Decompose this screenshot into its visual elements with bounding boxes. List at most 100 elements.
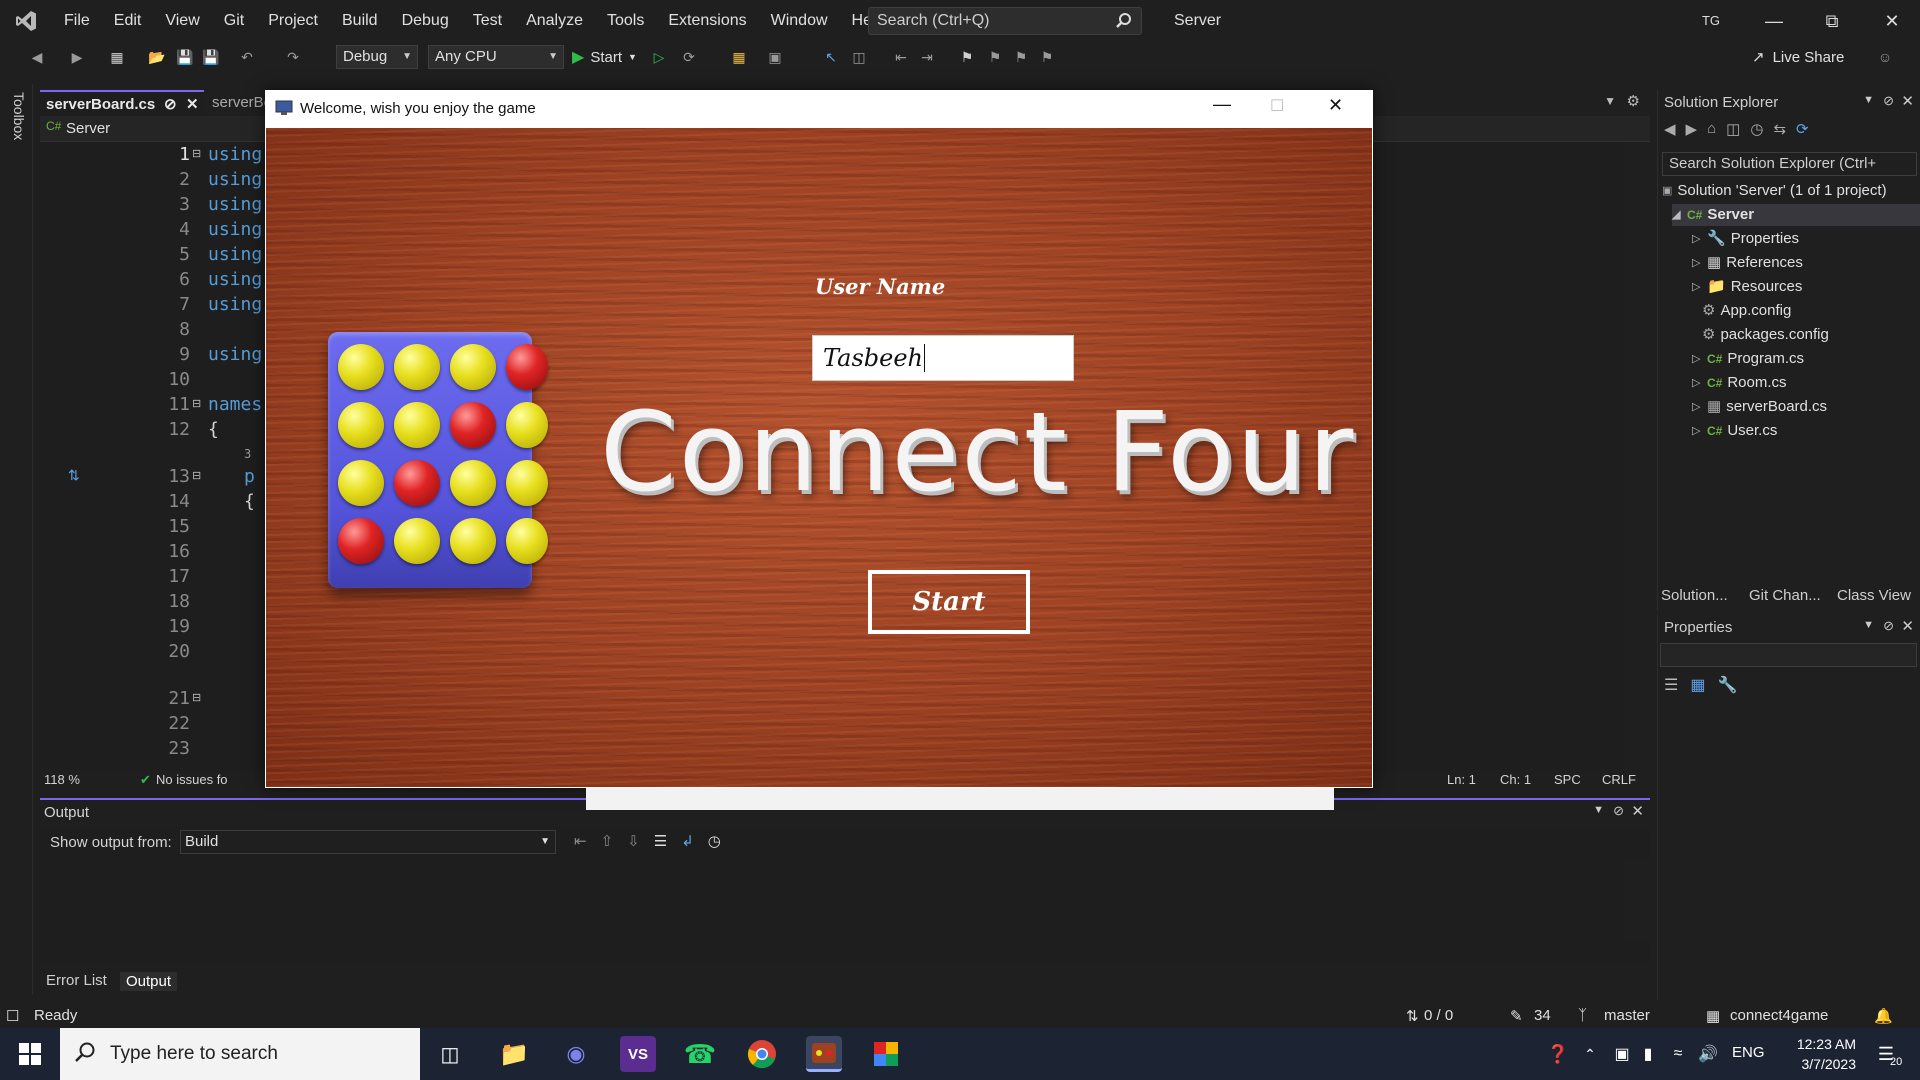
taskbar-search-input[interactable]: Type here to search xyxy=(60,1028,420,1080)
reference-count[interactable]: 3 xyxy=(244,447,251,461)
help-icon[interactable]: ❓ xyxy=(1540,1036,1576,1072)
collapse-icon[interactable]: ⊟ xyxy=(192,397,201,410)
menu-build[interactable]: Build xyxy=(330,0,390,42)
menu-file[interactable]: File xyxy=(52,0,102,42)
expand-icon[interactable]: ◢ xyxy=(1672,204,1682,226)
branch-name[interactable]: master xyxy=(1604,1007,1650,1024)
next-message-icon[interactable]: ⇩ xyxy=(627,832,640,850)
live-share-button[interactable]: ↗ Live Share xyxy=(1752,45,1844,69)
windows-start-icon[interactable] xyxy=(12,1036,48,1072)
close-panel-icon[interactable]: ✕ xyxy=(1901,92,1914,110)
minimize-icon[interactable]: — xyxy=(1746,0,1802,42)
tab-output[interactable]: Output xyxy=(120,972,178,991)
pin-icon[interactable]: ⊘ xyxy=(1883,93,1894,109)
configuration-dropdown[interactable]: Debug ▼ xyxy=(336,45,418,69)
close-panel-icon[interactable]: ✕ xyxy=(1631,802,1644,820)
outdent-icon[interactable]: ⇤ xyxy=(890,46,912,68)
restore-icon[interactable]: ⧉ xyxy=(1804,0,1860,42)
alphabetical-icon[interactable]: ▦ xyxy=(1690,675,1705,695)
menu-extensions[interactable]: Extensions xyxy=(656,0,758,42)
visual-studio-icon[interactable]: VS xyxy=(620,1036,656,1072)
menu-git[interactable]: Git xyxy=(212,0,256,42)
refresh-icon[interactable]: ⟳ xyxy=(1796,120,1809,144)
menu-window[interactable]: Window xyxy=(759,0,840,42)
show-hidden-icons-icon[interactable]: ⌃ xyxy=(1572,1036,1608,1072)
next-bookmark-icon[interactable]: ⚑ xyxy=(1010,46,1032,68)
feedback-icon[interactable]: ☺ xyxy=(1874,46,1896,68)
output-source-select[interactable]: Build ▼ xyxy=(180,830,556,854)
maximize-icon[interactable]: ☐ xyxy=(1270,96,1284,116)
settings-gear-icon[interactable]: ⚙ xyxy=(1627,92,1640,110)
tree-project[interactable]: ◢ C# Server xyxy=(1672,204,1920,226)
tree-item-properties[interactable]: ▷ 🔧 Properties xyxy=(1692,228,1799,250)
close-icon[interactable]: ✕ xyxy=(1864,0,1920,42)
back-icon[interactable]: ◀ xyxy=(1664,120,1676,144)
menu-test[interactable]: Test xyxy=(461,0,514,42)
expand-icon[interactable]: ▷ xyxy=(1692,372,1702,394)
tab-class-view[interactable]: Class View xyxy=(1837,587,1911,604)
word-wrap-icon[interactable]: ↲ xyxy=(681,832,694,850)
clear-bookmarks-icon[interactable]: ⚑ xyxy=(1036,46,1058,68)
close-icon[interactable]: ✕ xyxy=(1328,95,1343,116)
tab-solution[interactable]: Solution... xyxy=(1661,587,1728,604)
undo-icon[interactable]: ↶ xyxy=(236,46,258,68)
layout-icon[interactable]: ▣ xyxy=(764,46,786,68)
user-avatar[interactable]: TG xyxy=(1698,9,1724,33)
expand-icon[interactable]: ▷ xyxy=(1692,348,1702,370)
task-view-icon[interactable]: ◫ xyxy=(432,1036,468,1072)
sync-icon[interactable]: ⇆ xyxy=(1773,120,1786,144)
collapse-icon[interactable]: ⊟ xyxy=(192,147,201,160)
edit-count[interactable]: 34 xyxy=(1534,1007,1551,1024)
menu-analyze[interactable]: Analyze xyxy=(514,0,595,42)
file-explorer-icon[interactable]: 📁 xyxy=(496,1036,532,1072)
zoom-level[interactable]: 118 % xyxy=(44,772,80,787)
chevron-down-icon[interactable]: ▼ xyxy=(1863,94,1874,106)
language-indicator[interactable]: ENG xyxy=(1732,1044,1765,1061)
forward-icon[interactable]: ▶ xyxy=(66,46,88,68)
prev-message-icon[interactable]: ⇧ xyxy=(601,832,614,850)
menu-project[interactable]: Project xyxy=(256,0,330,42)
start-game-button[interactable]: Start xyxy=(868,570,1030,634)
repo-name[interactable]: connect4game xyxy=(1730,1007,1828,1024)
pin-icon[interactable]: ⊘ xyxy=(1613,803,1624,819)
minimize-icon[interactable]: — xyxy=(1213,94,1231,115)
platform-dropdown[interactable]: Any CPU ▼ xyxy=(428,45,564,69)
prev-bookmark-icon[interactable]: ⚑ xyxy=(984,46,1006,68)
tree-item-packages-config[interactable]: ⚙ packages.config xyxy=(1702,324,1829,346)
pending-changes-icon[interactable]: ◷ xyxy=(1750,120,1763,144)
hierarchy-icon[interactable]: ◫ xyxy=(848,46,870,68)
pin-icon[interactable]: ⊘ xyxy=(1883,618,1894,634)
teams-icon[interactable]: ◉ xyxy=(558,1036,594,1072)
nav-project-dropdown[interactable]: Server xyxy=(66,120,110,137)
chevron-down-icon[interactable]: ▼ xyxy=(1593,804,1604,816)
start-without-debugging-icon[interactable]: ▷ xyxy=(648,46,670,68)
indent-icon[interactable]: ⇥ xyxy=(916,46,938,68)
property-pages-icon[interactable]: 🔧 xyxy=(1717,675,1737,695)
redo-icon[interactable]: ↷ xyxy=(282,46,304,68)
collapse-icon[interactable]: ⊟ xyxy=(192,469,201,482)
tree-item-room-cs[interactable]: ▷ C# Room.cs xyxy=(1692,372,1787,394)
line-ending[interactable]: CRLF xyxy=(1602,772,1636,787)
forward-icon[interactable]: ▶ xyxy=(1686,120,1698,144)
start-debugging-button[interactable]: ▶ Start ▼ xyxy=(572,45,637,69)
tree-item-app-config[interactable]: ⚙ App.config xyxy=(1702,300,1791,322)
system-clock[interactable]: 12:23 AM 3/7/2023 xyxy=(1776,1034,1856,1074)
collapse-icon[interactable]: ⊟ xyxy=(192,691,201,704)
tab-error-list[interactable]: Error List xyxy=(46,972,107,989)
menu-debug[interactable]: Debug xyxy=(390,0,461,42)
tree-item-resources[interactable]: ▷ 📁 Resources xyxy=(1692,276,1802,298)
editor-scrollbar[interactable] xyxy=(1624,142,1650,772)
close-panel-icon[interactable]: ✕ xyxy=(1901,617,1914,635)
new-project-icon[interactable]: ▦ xyxy=(106,46,128,68)
whitespace-mode[interactable]: SPC xyxy=(1554,772,1581,787)
tree-item-program-cs[interactable]: ▷ C# Program.cs xyxy=(1692,348,1804,370)
pin-icon[interactable]: ⊘ xyxy=(164,92,177,118)
global-search-input[interactable]: Search (Ctrl+Q) xyxy=(868,7,1142,35)
menu-view[interactable]: View xyxy=(153,0,211,42)
pending-changes[interactable]: 0 / 0 xyxy=(1424,1007,1453,1024)
tab-overflow-icon[interactable]: ▼ xyxy=(1604,94,1616,108)
tree-solution[interactable]: ▣ Solution 'Server' (1 of 1 project) xyxy=(1662,180,1887,202)
issues-status[interactable]: No issues fo xyxy=(156,772,228,787)
tree-item-references[interactable]: ▷ ▦ References xyxy=(1692,252,1803,274)
find-message-icon[interactable]: ⇤ xyxy=(574,832,587,850)
